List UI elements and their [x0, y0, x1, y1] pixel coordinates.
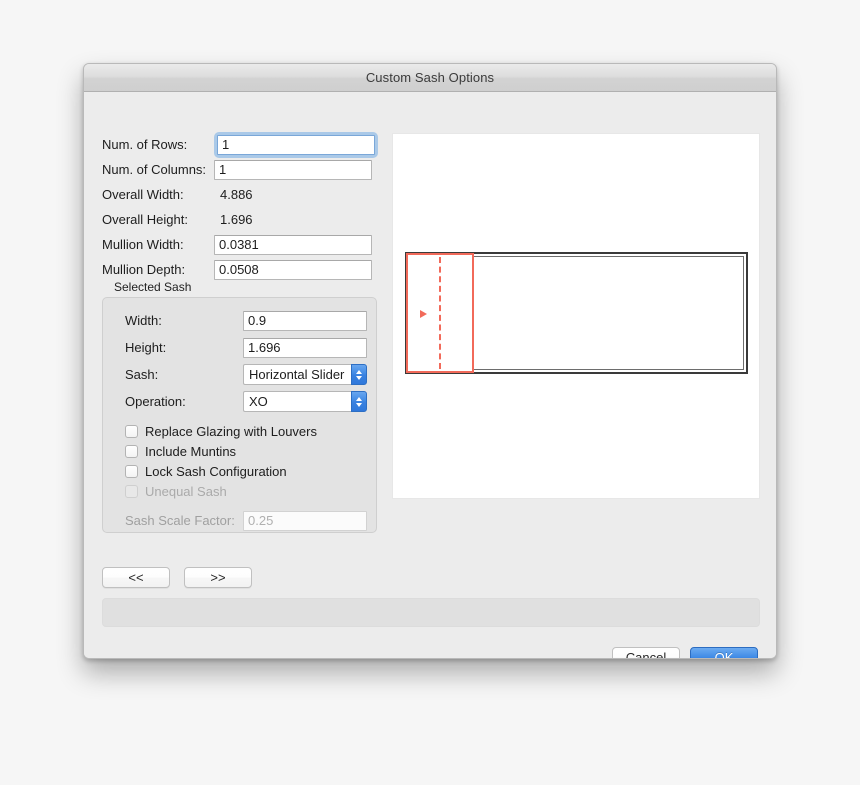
field-row-num-rows: Num. of Rows: [102, 131, 394, 158]
checkbox-label: Replace Glazing with Louvers [145, 423, 317, 439]
sash-preview-panel[interactable] [392, 133, 760, 499]
field-row-mullion-depth: Mullion Depth: [102, 257, 394, 282]
checkbox-label: Unequal Sash [145, 483, 227, 499]
mullion-depth-input[interactable] [214, 259, 372, 280]
custom-sash-options-dialog: Custom Sash Options Num. of Rows: Num. o… [83, 63, 777, 659]
sash-scale-factor-label: Sash Scale Factor: [125, 513, 235, 528]
checkbox-include-muntins[interactable]: Include Muntins [103, 441, 376, 461]
num-rows-input[interactable] [217, 134, 375, 155]
sash-operation-label: Operation: [125, 394, 186, 409]
num-rows-label: Num. of Rows: [102, 137, 188, 152]
sash-operation-direction-arrow-icon [420, 310, 427, 318]
checkbox-label: Lock Sash Configuration [145, 463, 287, 479]
sash-width-label: Width: [125, 313, 162, 328]
sash-navigation: << >> [102, 567, 252, 588]
overall-height-value: 1.696 [220, 212, 253, 227]
sash-height-label: Height: [125, 340, 167, 355]
sash-width-row: Width: [103, 307, 376, 334]
previous-sash-button[interactable]: << [102, 567, 170, 588]
next-sash-button[interactable]: >> [184, 567, 252, 588]
selected-sash-group-body: Width: Height: Sash: Horizontal Slider [102, 297, 377, 533]
sash-type-label: Sash: [125, 367, 159, 382]
mullion-width-input[interactable] [214, 234, 372, 255]
window-unit-outline [405, 252, 748, 374]
num-rows-focus-ring [214, 131, 378, 158]
dialog-titlebar[interactable]: Custom Sash Options [84, 64, 776, 92]
checkbox-box-icon[interactable] [125, 424, 138, 438]
sash-height-row: Height: [103, 334, 376, 361]
sash-operation-value[interactable]: XO [243, 391, 351, 412]
selected-sash-group: Selected Sash Width: Height: Sash: Horiz… [102, 280, 377, 536]
overall-width-label: Overall Width: [102, 187, 184, 202]
checkbox-box-icon[interactable] [125, 464, 138, 478]
sash-type-value[interactable]: Horizontal Slider [243, 364, 351, 385]
field-row-overall-height: Overall Height: 1.696 [102, 207, 394, 232]
dialog-content: Num. of Rows: Num. of Columns: Overall W… [84, 92, 776, 658]
sash-width-input[interactable] [243, 310, 367, 331]
num-columns-input[interactable] [214, 159, 372, 180]
checkbox-replace-glazing-with-louvers[interactable]: Replace Glazing with Louvers [103, 421, 376, 441]
overall-height-label: Overall Height: [102, 212, 188, 227]
sash-operation-combobox[interactable]: XO [243, 391, 367, 412]
selected-sash-highlight[interactable] [406, 253, 474, 373]
chevron-up-icon [356, 369, 362, 374]
dialog-actions: Cancel OK [612, 647, 758, 658]
dialog-title: Custom Sash Options [365, 70, 495, 85]
checkbox-label: Include Muntins [145, 443, 237, 459]
num-columns-label: Num. of Columns: [102, 162, 207, 177]
field-row-num-columns: Num. of Columns: [102, 157, 394, 182]
sash-height-input[interactable] [243, 337, 367, 358]
dimension-form: Num. of Rows: Num. of Columns: Overall W… [102, 131, 394, 282]
sash-scale-factor-row: Sash Scale Factor: [103, 507, 376, 534]
mullion-depth-label: Mullion Depth: [102, 262, 186, 277]
checkbox-lock-sash-configuration[interactable]: Lock Sash Configuration [103, 461, 376, 481]
mullion-width-label: Mullion Width: [102, 237, 184, 252]
checkbox-box-icon [125, 484, 138, 498]
field-row-overall-width: Overall Width: 4.886 [102, 182, 394, 207]
sash-operation-stepper[interactable] [351, 391, 367, 412]
overall-width-value: 4.886 [220, 187, 253, 202]
checkbox-box-icon[interactable] [125, 444, 138, 458]
sash-operation-row: Operation: XO [103, 388, 376, 415]
chevron-up-icon [356, 396, 362, 401]
selected-sash-group-label: Selected Sash [114, 280, 192, 294]
chevron-down-icon [356, 402, 362, 407]
chevron-down-icon [356, 375, 362, 380]
sash-type-combobox[interactable]: Horizontal Slider [243, 364, 367, 385]
sash-scale-factor-input [243, 510, 367, 531]
sash-type-stepper[interactable] [351, 364, 367, 385]
sash-type-row: Sash: Horizontal Slider [103, 361, 376, 388]
status-bar [102, 598, 760, 627]
sash-center-dashed-line [439, 257, 441, 369]
cancel-button[interactable]: Cancel [612, 647, 680, 658]
ok-button[interactable]: OK [690, 647, 758, 658]
field-row-mullion-width: Mullion Width: [102, 232, 394, 257]
screen: Custom Sash Options Num. of Rows: Num. o… [0, 0, 860, 785]
checkbox-unequal-sash: Unequal Sash [103, 481, 376, 501]
